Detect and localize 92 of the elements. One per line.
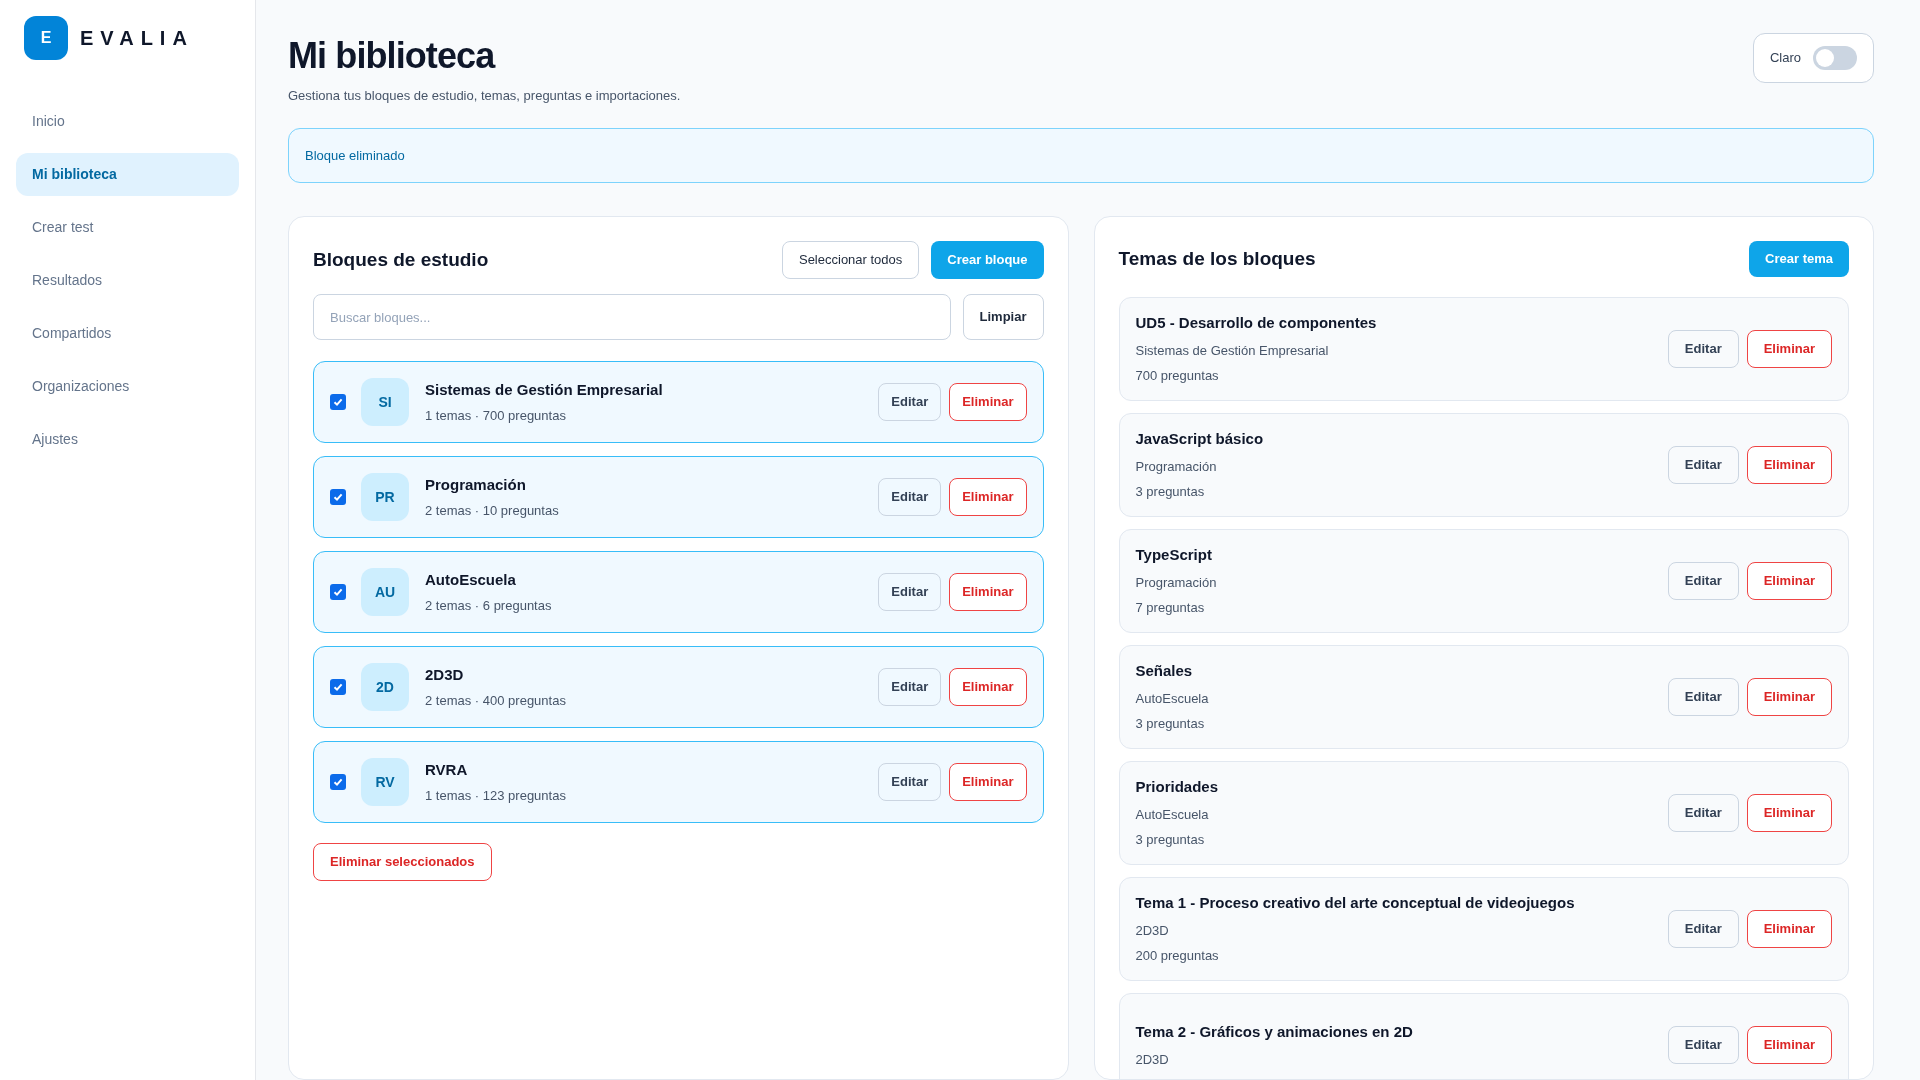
sidebar-item[interactable]: Organizaciones	[16, 365, 239, 408]
topic-count: 3 preguntas	[1135, 831, 1206, 850]
delete-button[interactable]: Eliminar	[1746, 562, 1832, 600]
status-alert: Bloque eliminado	[288, 127, 1874, 183]
block-checkbox[interactable]	[330, 774, 346, 790]
delete-selected-button[interactable]: Eliminar seleccionados	[313, 843, 492, 881]
edit-button[interactable]: Editar	[878, 668, 942, 706]
sidebar-item[interactable]: Inicio	[16, 100, 239, 143]
edit-button[interactable]: Editar	[878, 763, 942, 801]
select-all-button[interactable]: Seleccionar todos	[781, 241, 920, 279]
block-name: Sistemas de Gestión Empresarial	[425, 379, 664, 400]
block-meta: 1 temas · 123 preguntas	[425, 787, 567, 805]
page-subtitle: Gestiona tus bloques de estudio, temas, preguntas e importaciones.	[288, 87, 681, 105]
sidebar-item[interactable]: Compartidos	[16, 312, 239, 355]
block-label: 2D3D	[1135, 921, 1170, 940]
theme-toggle[interactable]: Claro	[1752, 33, 1874, 83]
topic-count: 3 preguntas	[1135, 715, 1206, 734]
delete-button[interactable]: Eliminar	[949, 383, 1027, 421]
edit-button[interactable]: Editar	[1667, 562, 1739, 600]
block-name: 2D3D	[425, 664, 465, 685]
theme-switch[interactable]	[1813, 46, 1857, 70]
block-avatar: SI	[361, 378, 409, 426]
block-label: AutoEscuela	[1135, 689, 1210, 708]
delete-button[interactable]: Eliminar	[949, 573, 1027, 611]
delete-button[interactable]: Eliminar	[949, 763, 1027, 801]
edit-button[interactable]: Editar	[1667, 794, 1739, 832]
check-icon	[332, 396, 344, 408]
topic-name: Señales	[1135, 661, 1194, 682]
edit-button[interactable]: Editar	[878, 478, 942, 516]
block-label: AutoEscuela	[1135, 805, 1210, 824]
create-topic-button[interactable]: Crear tema	[1749, 241, 1849, 277]
page-title: Mi biblioteca	[288, 34, 497, 78]
block-meta: 2 temas · 10 preguntas	[425, 502, 560, 520]
edit-button[interactable]: Editar	[878, 383, 942, 421]
block-meta: 1 temas · 700 preguntas	[425, 407, 567, 425]
block-checkbox[interactable]	[330, 394, 346, 410]
check-icon	[332, 776, 344, 788]
topic-count: 7 preguntas	[1135, 599, 1206, 618]
block-meta: 2 temas · 400 preguntas	[425, 692, 567, 710]
block-label: 2D3D	[1135, 1050, 1170, 1069]
topic-name: Tema 2 - Gráficos y animaciones en 2D	[1135, 1022, 1414, 1042]
block-name: AutoEscuela	[425, 569, 517, 590]
block-name: Programación	[425, 474, 527, 495]
delete-button[interactable]: Eliminar	[949, 668, 1027, 706]
search-field[interactable]: Buscar bloques...	[313, 294, 951, 340]
create-block-button[interactable]: Crear bloque	[931, 241, 1044, 279]
block-avatar: PR	[361, 473, 409, 521]
edit-button[interactable]: Editar	[1667, 910, 1739, 948]
block-checkbox[interactable]	[330, 489, 346, 505]
delete-button[interactable]: Eliminar	[1746, 1026, 1832, 1064]
topic-name: Prioridades	[1135, 777, 1220, 798]
topic-count: 3 preguntas	[1135, 483, 1206, 502]
panel-title: Bloques de estudio	[313, 247, 489, 272]
block-name: RVRA	[425, 759, 469, 780]
topic-name: UD5 - Desarrollo de componentes	[1135, 313, 1378, 334]
topic-name: Tema 1 - Proceso creativo del arte conceptual de videojuegos	[1135, 893, 1576, 914]
block-checkbox[interactable]	[330, 679, 346, 695]
topic-name: TypeScript	[1135, 545, 1213, 566]
brand-name: EVALIA	[80, 26, 194, 51]
sidebar-item[interactable]: Ajustes	[16, 418, 239, 461]
delete-button[interactable]: Eliminar	[1746, 910, 1832, 948]
edit-button[interactable]: Editar	[1667, 678, 1739, 716]
sidebar-item[interactable]: Crear test	[16, 206, 239, 249]
delete-button[interactable]: Eliminar	[1746, 330, 1832, 368]
delete-button[interactable]: Eliminar	[1746, 794, 1832, 832]
delete-button[interactable]: Eliminar	[1746, 446, 1832, 484]
block-meta: 2 temas · 6 preguntas	[425, 597, 553, 615]
topic-count: 200 preguntas	[1135, 947, 1220, 966]
block-label: Programación	[1135, 573, 1218, 592]
block-avatar: 2D	[361, 663, 409, 711]
theme-label: Claro	[1769, 49, 1801, 68]
block-avatar: RV	[361, 758, 409, 806]
delete-button[interactable]: Eliminar	[1746, 678, 1832, 716]
logo-icon: E	[24, 16, 68, 60]
topic-count: 700 preguntas	[1135, 367, 1220, 386]
block-label: Programación	[1135, 457, 1218, 476]
topic-name: JavaScript básico	[1135, 429, 1265, 450]
delete-button[interactable]: Eliminar	[949, 478, 1027, 516]
sidebar-item[interactable]: Mi biblioteca	[16, 153, 239, 196]
edit-button[interactable]: Editar	[1667, 330, 1739, 368]
panel-title: Temas de los bloques	[1118, 246, 1316, 271]
edit-button[interactable]: Editar	[1667, 1026, 1739, 1064]
sidebar-item[interactable]: Resultados	[16, 259, 239, 302]
check-icon	[332, 681, 344, 693]
edit-button[interactable]: Editar	[878, 573, 942, 611]
edit-button[interactable]: Editar	[1667, 446, 1739, 484]
block-checkbox[interactable]	[330, 584, 346, 600]
check-icon	[332, 586, 344, 598]
check-icon	[332, 491, 344, 503]
clear-button[interactable]: Limpiar	[962, 294, 1044, 340]
block-avatar: AU	[361, 568, 409, 616]
block-label: Sistemas de Gestión Empresarial	[1135, 341, 1330, 360]
